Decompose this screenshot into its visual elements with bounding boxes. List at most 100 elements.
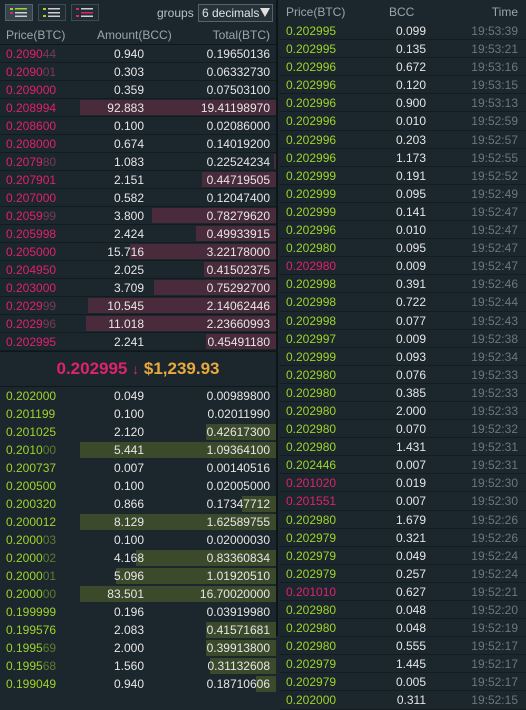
ask-row[interactable]: 0.208000 0.674 0.14019200 (0, 135, 276, 153)
row-price: 0.207000 (6, 191, 56, 205)
trade-row: 0.202980 0.009 19:52:47 (280, 257, 526, 276)
bid-row[interactable]: 0.201000 5.441 1.09364100 (0, 441, 276, 459)
ask-row[interactable]: 0.208994 92.883 19.41198970 (0, 99, 276, 117)
row-price: 0.208994 (6, 101, 56, 115)
last-price: 0.202995 (56, 359, 128, 378)
trade-time: 19:52:15 (471, 693, 518, 708)
trade-row: 0.202979 0.321 19:52:26 (280, 529, 526, 547)
trade-price: 0.202980 (286, 621, 337, 636)
trade-price: 0.202980 (286, 422, 337, 437)
row-total: 0.02000030 (206, 533, 270, 547)
row-total: 0.78279620 (206, 209, 270, 223)
price-main: 0.201025 (6, 425, 57, 439)
price-main: 0.2000 (6, 569, 43, 583)
bid-row[interactable]: 0.201025 2.120 0.42617300 (0, 423, 276, 441)
bid-row[interactable]: 0.200320 0.866 0.17347712 (0, 495, 276, 513)
bid-row[interactable]: 0.201199 0.100 0.02011990 (0, 405, 276, 423)
row-amount: 0.940 (113, 47, 144, 61)
trade-time: 19:52:59 (471, 114, 518, 129)
trade-price: 0.202979 (286, 530, 337, 545)
row-price: 0.202999 (6, 299, 56, 313)
trade-time: 19:52:26 (471, 512, 518, 527)
ask-row[interactable]: 0.205000 15.716 3.22178000 (0, 243, 276, 261)
trade-row: 0.202999 0.141 19:52:47 (280, 203, 526, 222)
ask-row[interactable]: 0.209044 0.940 0.19650136 (0, 45, 276, 63)
row-amount: 2.025 (113, 263, 144, 277)
trade-price: 0.202996 (286, 96, 337, 111)
row-amount: 0.866 (113, 497, 144, 511)
trade-time: 19:53:16 (471, 60, 518, 75)
ask-row[interactable]: 0.208600 0.100 0.02086000 (0, 117, 276, 135)
ask-row[interactable]: 0.202995 2.241 0.45491180 (0, 333, 276, 351)
trade-row: 0.202996 0.900 19:53:13 (280, 94, 526, 113)
trade-row: 0.202980 0.555 19:52:17 (280, 637, 526, 656)
price-main: 0.209000 (6, 83, 57, 97)
ask-row[interactable]: 0.205998 2.424 0.49933915 (0, 225, 276, 243)
ask-row[interactable]: 0.202999 10.545 2.14062446 (0, 297, 276, 315)
ask-row[interactable]: 0.209001 0.303 0.06332730 (0, 63, 276, 81)
ask-row[interactable]: 0.205999 3.800 0.78279620 (0, 207, 276, 225)
ask-row[interactable]: 0.207000 0.582 0.12047400 (0, 189, 276, 207)
row-total: 16.70020000 (199, 587, 270, 601)
bid-row[interactable]: 0.200000 83.501 16.70020000 (0, 585, 276, 603)
row-amount: 0.303 (113, 65, 144, 79)
trade-time: 19:52:33 (471, 403, 518, 418)
price-dim-digits: 96 (42, 317, 57, 331)
bid-row[interactable]: 0.199569 2.000 0.39913800 (0, 639, 276, 657)
bid-row[interactable]: 0.202000 0.049 0.00989800 (0, 387, 276, 405)
row-amount: 8.129 (113, 515, 144, 529)
trade-price: 0.202999 (286, 204, 337, 219)
row-amount: 2.424 (113, 227, 144, 241)
row-price: 0.205998 (6, 227, 56, 241)
trade-amount: 0.099 (395, 24, 426, 38)
trade-row: 0.202999 0.093 19:52:34 (280, 348, 526, 366)
bid-row[interactable]: 0.200003 0.100 0.02000030 (0, 531, 276, 549)
row-total: 0.75292700 (206, 281, 270, 295)
ask-row[interactable]: 0.207980 1.083 0.22524234 (0, 153, 276, 171)
trade-row: 0.202998 0.722 19:52:44 (280, 293, 526, 312)
view-bids-button[interactable] (38, 4, 66, 21)
price-dim-digits: 03 (42, 533, 57, 547)
view-asks-button[interactable] (71, 4, 99, 21)
ask-row[interactable]: 0.207901 2.151 0.44719505 (0, 171, 276, 189)
ask-row[interactable]: 0.204950 2.025 0.41502375 (0, 261, 276, 279)
row-amount: 1.560 (113, 659, 144, 673)
price-main: 0.200320 (6, 497, 57, 511)
row-total: 0.02086000 (206, 119, 270, 133)
view-both-button[interactable] (5, 4, 33, 21)
price-main: 0.200737 (6, 461, 57, 475)
trade-price: 0.201020 (286, 476, 337, 491)
price-main: 0.1995 (6, 659, 43, 673)
row-total: 1.01920510 (206, 569, 270, 583)
row-total: 19.41198970 (200, 101, 270, 115)
bid-row[interactable]: 0.200001 5.096 1.01920510 (0, 567, 276, 585)
bid-row[interactable]: 0.199568 1.560 0.31132608 (0, 657, 276, 675)
row-price: 0.202996 (6, 317, 56, 331)
bid-row[interactable]: 0.200737 0.007 0.00140516 (0, 459, 276, 477)
bid-row[interactable]: 0.200500 0.100 0.02005000 (0, 477, 276, 495)
ask-row[interactable]: 0.203000 3.709 0.75292700 (0, 279, 276, 297)
bid-row[interactable]: 0.199049 0.940 0.18710606 (0, 675, 276, 693)
price-main: 0.202995 (6, 335, 57, 349)
bid-row[interactable]: 0.199999 0.196 0.03919980 (0, 603, 276, 621)
trade-price: 0.202999 (286, 349, 337, 364)
bid-row[interactable]: 0.200002 4.168 0.83360834 (0, 549, 276, 567)
trades-list: 0.202995 0.099 19:53:39 0.202995 0.135 19:53:… (280, 22, 526, 710)
trade-price: 0.202998 (286, 313, 337, 328)
price-main: 0.201199 (6, 407, 56, 421)
bid-row[interactable]: 0.200012 8.129 1.62589755 (0, 513, 276, 531)
trade-amount: 0.076 (395, 367, 426, 382)
row-amount: 15.716 (107, 245, 144, 259)
row-total: 1.09364100 (206, 443, 270, 457)
row-price: 0.202995 (6, 335, 56, 349)
row-price: 0.199576 (6, 623, 56, 637)
row-total: 0.07503100 (206, 83, 270, 97)
price-main: 0.2000 (6, 533, 43, 547)
bid-row[interactable]: 0.199576 2.083 0.41571681 (0, 621, 276, 639)
row-price: 0.200001 (6, 569, 56, 583)
ask-row[interactable]: 0.202996 11.018 2.23660993 (0, 315, 276, 333)
orderbook-toolbar: groups 6 decimals (0, 0, 276, 26)
row-price: 0.200002 (6, 551, 56, 565)
groups-select[interactable]: 6 decimals (198, 4, 273, 22)
ask-row[interactable]: 0.209000 0.359 0.07503100 (0, 81, 276, 99)
